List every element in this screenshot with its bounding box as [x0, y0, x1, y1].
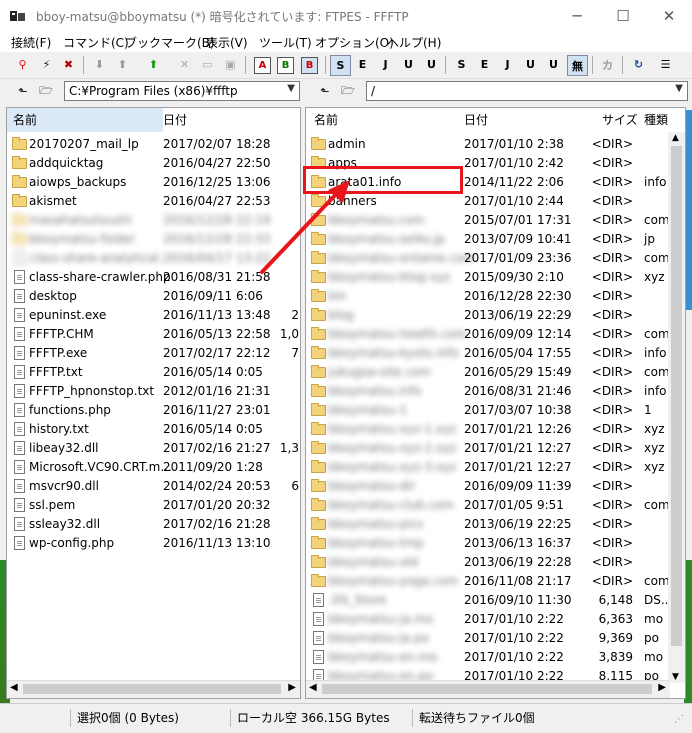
- status-local-free: ローカル空 366.15G Bytes: [230, 709, 407, 727]
- status-queue: 転送待ちファイル0個: [412, 709, 619, 727]
- status-selection: 選択0個 (0 Bytes): [70, 709, 227, 727]
- status-bar: 選択0個 (0 Bytes) ローカル空 366.15G Bytes 転送待ちフ…: [0, 703, 692, 733]
- resize-grip-icon[interactable]: ⋰: [674, 714, 684, 725]
- annotation-arrow: [260, 180, 350, 274]
